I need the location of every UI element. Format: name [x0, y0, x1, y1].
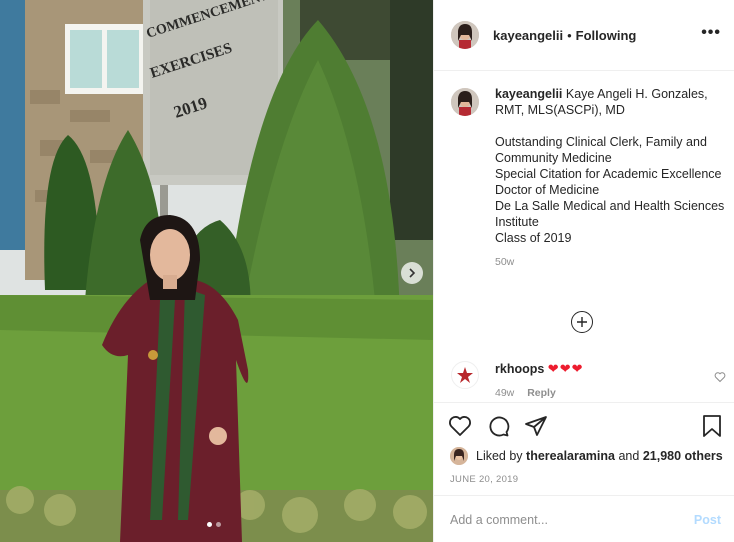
comment-item: rkhoops ❤❤❤ 49w Reply: [451, 360, 726, 399]
caption-line: De La Salle Medical and Health Sciences …: [495, 199, 725, 229]
carousel-indicator: [207, 522, 221, 527]
comment-button[interactable]: [486, 414, 510, 443]
likes-count[interactable]: 21,980 others: [643, 449, 723, 463]
comment-text: ❤❤❤: [547, 361, 584, 376]
more-options-icon[interactable]: •••: [701, 24, 721, 42]
carousel-dot: [216, 522, 221, 527]
comment-input[interactable]: [450, 512, 694, 527]
comment-meta: 49w Reply: [495, 387, 726, 399]
post-actions: Liked by therealaramina and 21,980 other…: [434, 402, 734, 542]
caption-username[interactable]: kayeangelii: [495, 87, 562, 101]
chevron-right-icon: [409, 268, 416, 278]
liked-by-and: and: [618, 449, 640, 463]
avatar[interactable]: [451, 361, 479, 389]
save-button[interactable]: [701, 414, 723, 443]
star-logo-icon: [457, 367, 473, 383]
next-photo-button[interactable]: [401, 262, 423, 284]
load-more-comments-button[interactable]: [571, 311, 593, 333]
likes-summary: Liked by therealaramina and 21,980 other…: [450, 447, 723, 465]
share-icon: [525, 416, 547, 436]
caption-line: Outstanding Clinical Clerk, Family and C…: [495, 135, 707, 165]
avatar[interactable]: [450, 447, 468, 465]
action-icons: [448, 414, 548, 443]
post-caption: kayeangelii Kaye Angeli H. Gonzales, RMT…: [451, 86, 726, 268]
header-separator: •: [567, 27, 572, 43]
caption-text: kayeangelii Kaye Angeli H. Gonzales, RMT…: [495, 86, 726, 246]
post-side-panel: kayeangelii • Following ••• kayeangelii …: [433, 0, 734, 542]
post-button[interactable]: Post: [694, 513, 721, 527]
caption-age: 50w: [495, 256, 515, 268]
liked-by-prefix: Liked by: [476, 449, 523, 463]
avatar-image: [451, 21, 479, 49]
comment-body: rkhoops ❤❤❤: [495, 360, 726, 378]
post-header: kayeangelii • Following •••: [434, 0, 734, 71]
caption-line: Special Citation for Academic Excellence: [495, 167, 722, 181]
comment-age: 49w: [495, 387, 515, 399]
avatar-image: [450, 447, 468, 465]
like-button[interactable]: [448, 414, 472, 443]
caption-line: Doctor of Medicine: [495, 183, 600, 197]
caption-line: Class of 2019: [495, 231, 572, 245]
comment-username[interactable]: rkhoops: [495, 362, 544, 376]
comment-icon: [489, 416, 510, 437]
liked-by-user[interactable]: therealaramina: [526, 449, 615, 463]
avatar[interactable]: [451, 88, 479, 116]
bookmark-icon: [703, 415, 721, 437]
avatar[interactable]: [451, 21, 479, 49]
post-date[interactable]: JUNE 20, 2019: [450, 474, 518, 485]
carousel-dot: [207, 522, 212, 527]
add-comment-bar: Post: [434, 495, 734, 542]
graduation-photo: COMMENCEMENT EXERCISES 2019: [0, 0, 433, 542]
caption-lines: Outstanding Clinical Clerk, Family and C…: [495, 134, 726, 246]
comment-like-button[interactable]: [714, 370, 726, 388]
avatar-image: [451, 88, 479, 116]
reply-button[interactable]: Reply: [527, 387, 556, 399]
following-button[interactable]: Following: [576, 28, 637, 43]
header-username[interactable]: kayeangelii: [493, 28, 563, 43]
heart-outline-icon: [714, 372, 726, 383]
share-button[interactable]: [524, 414, 548, 443]
heart-icon: [449, 416, 471, 436]
plus-icon: [577, 317, 587, 327]
post-photo[interactable]: COMMENCEMENT EXERCISES 2019: [0, 0, 433, 542]
